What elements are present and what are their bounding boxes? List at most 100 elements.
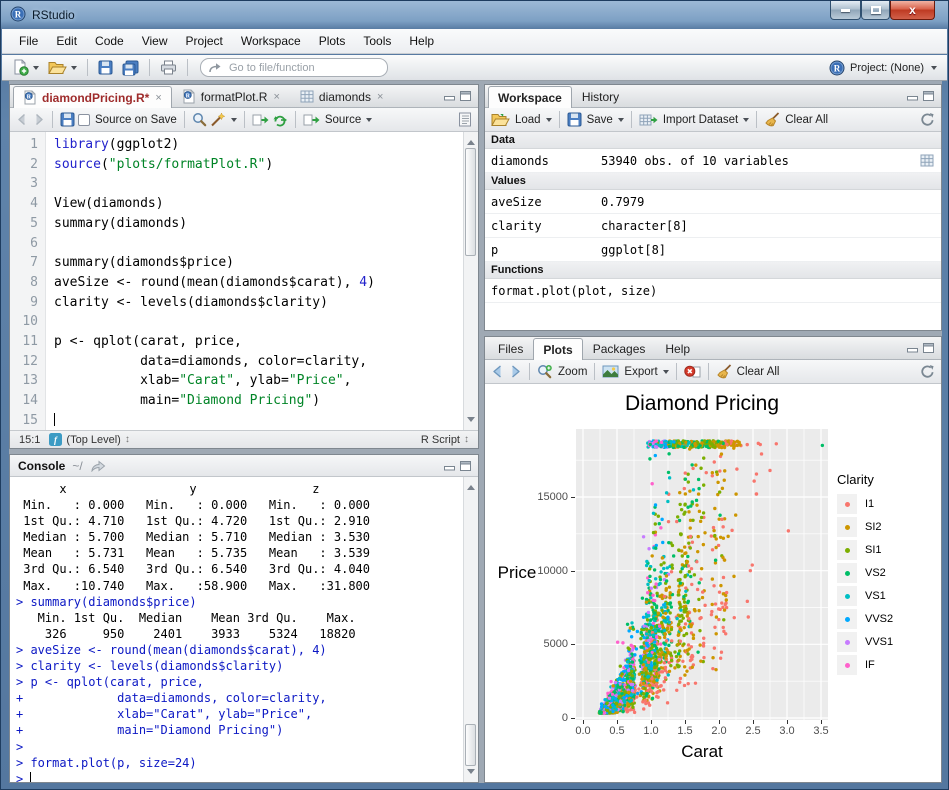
- compile-notebook-icon[interactable]: [458, 112, 472, 127]
- menu-tools[interactable]: Tools: [354, 30, 400, 52]
- editor-scrollbar[interactable]: [463, 132, 478, 430]
- scroll-up-icon[interactable]: [467, 136, 475, 145]
- tab-diamondpricing-r-[interactable]: RdiamondPricing.R*×: [13, 86, 172, 108]
- tab-help[interactable]: Help: [655, 337, 700, 359]
- clear-all-button[interactable]: Clear All: [785, 114, 828, 126]
- save-workspace-icon[interactable]: [567, 112, 582, 127]
- nav-back-icon[interactable]: [16, 113, 29, 126]
- workspace-row-function[interactable]: format.plot(plot, size): [485, 279, 941, 303]
- scroll-down-icon[interactable]: [467, 769, 475, 778]
- menu-plots[interactable]: Plots: [310, 30, 355, 52]
- source-on-save-checkbox[interactable]: [78, 114, 90, 126]
- file-type-selector[interactable]: R Script↕: [421, 434, 469, 446]
- load-button[interactable]: Load: [515, 114, 541, 126]
- goto-file-box[interactable]: [200, 58, 388, 77]
- editor-scroll-thumb[interactable]: [465, 148, 476, 256]
- run-line-icon[interactable]: [252, 113, 269, 127]
- zoom-button[interactable]: Zoom: [558, 366, 587, 378]
- export-button[interactable]: Export: [624, 366, 657, 378]
- workspace-row-diamonds[interactable]: diamonds53940 obs. of 10 variables: [485, 149, 941, 173]
- line-number: 12: [10, 352, 38, 372]
- minimize-pane-icon[interactable]: [907, 91, 918, 101]
- zoom-plot-icon[interactable]: [537, 364, 553, 379]
- tab-close-icon[interactable]: ×: [377, 91, 383, 103]
- source-button-label[interactable]: Source: [325, 114, 361, 126]
- menu-workspace[interactable]: Workspace: [232, 30, 310, 52]
- view-data-icon[interactable]: [920, 154, 934, 167]
- y-tick-mark: [571, 718, 575, 719]
- maximize-pane-icon[interactable]: [923, 343, 934, 353]
- tab-history[interactable]: History: [572, 85, 629, 107]
- tab-close-icon[interactable]: ×: [155, 92, 161, 104]
- refresh-icon[interactable]: [920, 112, 935, 127]
- tab-packages[interactable]: Packages: [583, 337, 656, 359]
- y-tick-mark: [571, 571, 575, 572]
- code-token: aveSize <- round(mean(diamonds$carat),: [54, 275, 359, 290]
- scroll-up-icon[interactable]: [467, 481, 475, 490]
- goto-file-input[interactable]: [227, 61, 380, 75]
- load-workspace-icon[interactable]: [491, 112, 510, 127]
- scope-selector[interactable]: f (Top Level)↕: [49, 433, 129, 446]
- clear-all-plots-button[interactable]: Clear All: [737, 366, 780, 378]
- save-all-button[interactable]: [119, 57, 142, 79]
- menu-view[interactable]: View: [133, 30, 177, 52]
- print-button[interactable]: [157, 57, 180, 79]
- rerun-icon[interactable]: [272, 113, 288, 127]
- tab-workspace[interactable]: Workspace: [488, 86, 572, 108]
- titlebar[interactable]: R RStudio x: [1, 1, 948, 29]
- clear-plots-icon[interactable]: [716, 364, 732, 379]
- close-button[interactable]: x: [890, 1, 935, 20]
- tab-diamonds[interactable]: diamonds×: [290, 85, 393, 107]
- next-plot-icon[interactable]: [508, 365, 522, 378]
- menu-project[interactable]: Project: [177, 30, 232, 52]
- clear-workspace-icon[interactable]: [764, 112, 780, 127]
- nav-forward-icon[interactable]: [32, 113, 45, 126]
- x-tick-label: 2.5: [736, 725, 770, 737]
- maximize-button[interactable]: [861, 1, 890, 20]
- tab-plots[interactable]: Plots: [533, 338, 582, 360]
- tab-close-icon[interactable]: ×: [273, 91, 279, 103]
- console-popout-icon[interactable]: [90, 460, 106, 472]
- code-line: aveSize <- round(mean(diamonds$carat), 4…: [54, 273, 463, 293]
- console-scroll-thumb[interactable]: [465, 724, 476, 766]
- project-menu-button[interactable]: R Project: (None): [829, 60, 940, 76]
- console-scrollbar[interactable]: [463, 477, 478, 782]
- new-file-button[interactable]: [9, 57, 42, 79]
- menu-code[interactable]: Code: [86, 30, 133, 52]
- export-plot-icon[interactable]: [602, 365, 619, 378]
- workspace-row-p[interactable]: pggplot[8]: [485, 238, 941, 262]
- console-input-area[interactable]: x y z Min. : 0.000 Min. : 0.000 Min. : 0…: [10, 477, 478, 782]
- workspace-row-clarity[interactable]: claritycharacter[8]: [485, 214, 941, 238]
- code-editor[interactable]: library(ggplot2)source("plots/formatPlot…: [46, 132, 463, 430]
- maximize-pane-icon[interactable]: [460, 461, 471, 471]
- maximize-pane-icon[interactable]: [923, 91, 934, 101]
- menu-help[interactable]: Help: [400, 30, 443, 52]
- find-replace-icon[interactable]: [192, 112, 207, 127]
- tab-formatplot-r[interactable]: RformatPlot.R×: [172, 85, 290, 107]
- previous-plot-icon[interactable]: [491, 365, 505, 378]
- save-workspace-button[interactable]: Save: [587, 114, 613, 126]
- refresh-plots-icon[interactable]: [920, 364, 935, 379]
- legend-key: [837, 563, 857, 583]
- scroll-down-icon[interactable]: [467, 417, 475, 426]
- code-line: main="Diamond Pricing"): [54, 391, 463, 411]
- open-file-button[interactable]: [45, 57, 80, 79]
- source-file-icon[interactable]: [303, 113, 320, 127]
- tab-files[interactable]: Files: [488, 337, 533, 359]
- minimize-pane-icon[interactable]: [444, 91, 455, 101]
- save-source-icon[interactable]: [60, 112, 75, 127]
- menu-edit[interactable]: Edit: [47, 30, 86, 52]
- minimize-pane-icon[interactable]: [907, 343, 918, 353]
- workspace-row-aveSize[interactable]: aveSize0.7979: [485, 190, 941, 214]
- import-dataset-button[interactable]: Import Dataset: [663, 114, 738, 126]
- import-dataset-icon[interactable]: [639, 113, 658, 127]
- minimize-pane-icon[interactable]: [444, 461, 455, 471]
- minimize-button[interactable]: [830, 1, 861, 20]
- code-tools-icon[interactable]: [210, 112, 226, 127]
- legend-label: SI2: [865, 521, 882, 533]
- menu-file[interactable]: File: [10, 30, 47, 52]
- maximize-pane-icon[interactable]: [460, 91, 471, 101]
- save-button[interactable]: [95, 57, 116, 79]
- remove-plot-icon[interactable]: [684, 365, 701, 379]
- plot-legend: Clarity I1SI2SI1VS2VS1VVS2VVS1IF: [837, 472, 939, 678]
